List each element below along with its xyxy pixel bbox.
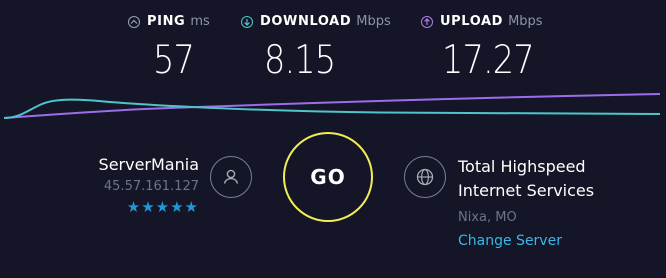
- upload-label: UPLOAD: [440, 14, 504, 29]
- upload-unit: Mbps: [508, 14, 543, 29]
- user-icon: [210, 156, 252, 198]
- isp-name: ServerMania: [98, 155, 199, 174]
- ping-value: 57: [153, 38, 195, 83]
- download-arrow-icon: [241, 15, 253, 28]
- download-label: DOWNLOAD: [260, 14, 352, 29]
- isp-info: ServerMania 45.57.161.127 ★★★★★: [95, 155, 199, 216]
- server-info: Total Highspeed Internet Services Nixa, …: [458, 155, 658, 250]
- ping-header: PING ms: [128, 14, 210, 29]
- upload-header: UPLOAD Mbps: [421, 14, 543, 29]
- change-server-link[interactable]: Change Server: [458, 232, 658, 250]
- globe-icon[interactable]: [404, 156, 446, 198]
- upload-value: 17.27: [442, 38, 535, 83]
- ping-icon: [128, 15, 140, 28]
- download-header: DOWNLOAD Mbps: [241, 14, 391, 29]
- server-location: Nixa, MO: [458, 210, 517, 225]
- download-unit: Mbps: [356, 14, 391, 29]
- upload-arrow-icon: [421, 15, 433, 28]
- speed-graph: [3, 93, 661, 119]
- ping-unit: ms: [190, 14, 210, 29]
- ping-label: PING: [147, 14, 186, 29]
- isp-rating-stars[interactable]: ★★★★★: [95, 198, 199, 216]
- isp-ip-address: 45.57.161.127: [103, 179, 199, 194]
- server-name-line1: Total Highspeed: [458, 157, 586, 176]
- download-value: 8.15: [264, 38, 336, 83]
- server-name-line2: Internet Services: [458, 181, 595, 200]
- go-button[interactable]: GO: [283, 132, 373, 222]
